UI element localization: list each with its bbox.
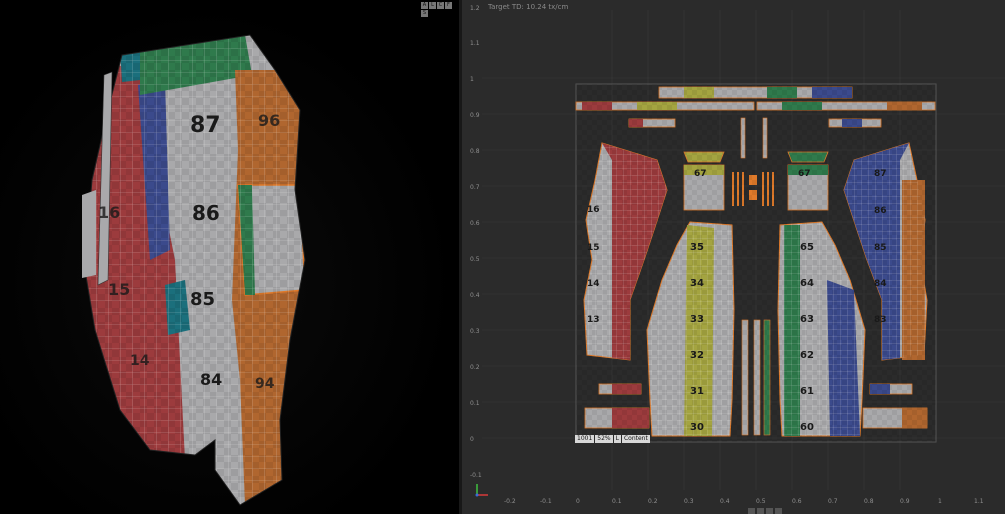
viewport-button-c[interactable]: C <box>437 2 444 9</box>
model-label-94: 94 <box>255 376 275 392</box>
model-label-96: 96 <box>258 111 280 130</box>
tool-button[interactable] <box>748 508 755 514</box>
3d-viewport[interactable]: 87 86 85 84 16 15 14 96 94 A L C F S <box>0 0 459 514</box>
viewport-toolbar: A L C F S <box>421 2 457 17</box>
viewport-button-f[interactable]: F <box>445 2 452 9</box>
uv-cuff-pieces <box>576 84 936 442</box>
model-label-84: 84 <box>200 370 222 389</box>
app-window: 87 86 85 84 16 15 14 96 94 A L C F S Tar… <box>0 0 1005 514</box>
viewport-button-s[interactable]: S <box>421 10 428 17</box>
uv-status-bar: 1001 52% L Content <box>575 435 650 443</box>
model-label-87: 87 <box>190 113 221 138</box>
model-label-16: 16 <box>98 203 120 222</box>
uv-bottom-toolbar <box>748 508 782 514</box>
pants-model: 87 86 85 84 16 15 14 96 94 <box>82 34 306 506</box>
tool-button[interactable] <box>775 508 782 514</box>
tool-button[interactable] <box>757 508 764 514</box>
uv-axis-icon <box>475 484 488 497</box>
model-label-85: 85 <box>190 289 215 310</box>
model-label-14: 14 <box>130 353 150 369</box>
viewport-button-l[interactable]: L <box>429 2 436 9</box>
model-label-86: 86 <box>192 201 220 225</box>
uv-editor[interactable]: Target TD: 10.24 tx/cm 1.2 1.1 1 0.9 0.8… <box>462 0 1005 514</box>
lock-toggle[interactable]: L <box>613 435 621 443</box>
content-mode[interactable]: Content <box>621 435 650 443</box>
udim-tile-label: 1001 <box>575 435 595 443</box>
model-label-15: 15 <box>108 280 130 299</box>
tool-button[interactable] <box>766 508 773 514</box>
viewport-button-a[interactable]: A <box>421 2 428 9</box>
uv-canvas[interactable]: 67 67 16 15 14 13 87 86 85 <box>462 0 1005 514</box>
zoom-level[interactable]: 52% <box>595 435 613 443</box>
